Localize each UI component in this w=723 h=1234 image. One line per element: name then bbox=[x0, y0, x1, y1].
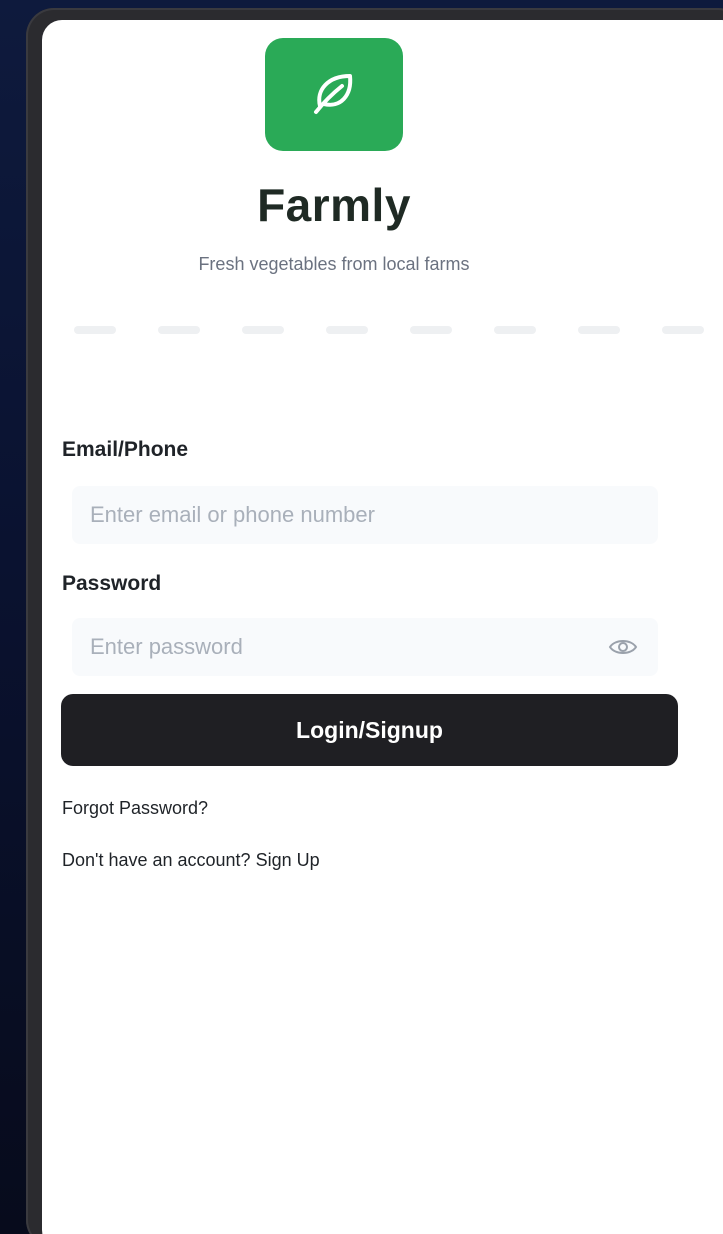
leaf-icon bbox=[306, 64, 362, 125]
carousel-indicator[interactable] bbox=[74, 326, 116, 334]
carousel-indicator[interactable] bbox=[578, 326, 620, 334]
carousel-indicator[interactable] bbox=[242, 326, 284, 334]
carousel-indicator[interactable] bbox=[662, 326, 704, 334]
login-screen: Farmly Fresh vegetables from local farms… bbox=[42, 20, 723, 1234]
signup-link[interactable]: Don't have an account? Sign Up bbox=[62, 850, 320, 871]
email-field[interactable] bbox=[88, 501, 642, 529]
carousel-indicators bbox=[74, 326, 723, 334]
app-logo bbox=[265, 38, 403, 151]
carousel-indicator[interactable] bbox=[410, 326, 452, 334]
email-label: Email/Phone bbox=[62, 438, 189, 461]
email-field-container bbox=[72, 486, 658, 544]
app-title: Farmly bbox=[257, 179, 411, 231]
password-field-container bbox=[72, 618, 658, 676]
app-tagline: Fresh vegetables from local farms bbox=[198, 254, 470, 274]
password-field[interactable] bbox=[88, 633, 642, 661]
carousel-indicator[interactable] bbox=[158, 326, 200, 334]
forgot-password-link[interactable]: Forgot Password? bbox=[62, 798, 208, 819]
password-label: Password bbox=[62, 572, 162, 595]
eye-icon[interactable] bbox=[608, 633, 638, 661]
carousel-indicator[interactable] bbox=[326, 326, 368, 334]
login-signup-button[interactable]: Login/Signup bbox=[61, 694, 678, 766]
carousel-indicator[interactable] bbox=[494, 326, 536, 334]
